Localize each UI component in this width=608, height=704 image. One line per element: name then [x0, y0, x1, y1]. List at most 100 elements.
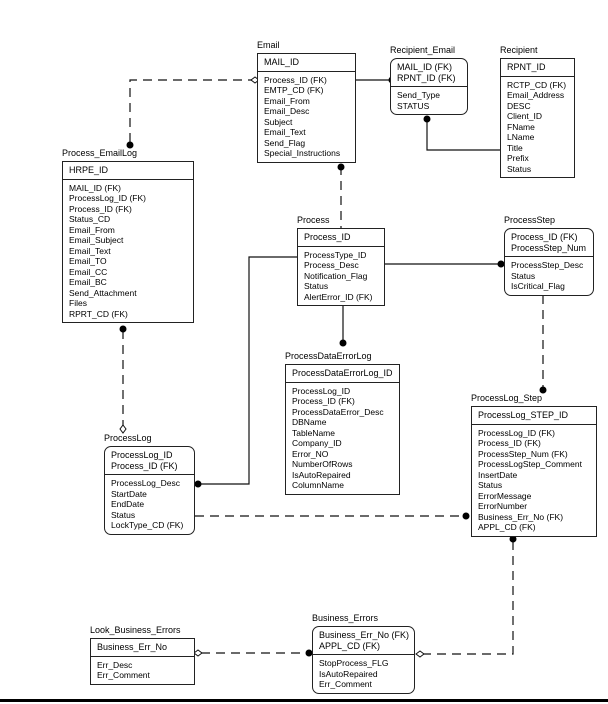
attribute-field: Business_Err_No (FK): [478, 511, 564, 522]
attribute-field: Status: [511, 270, 536, 281]
attribute-field: RPRT_CD (FK): [69, 308, 128, 319]
primary-key-section: Process_ID: [298, 229, 384, 247]
attribute-section: Err_Desc Err_Comment: [91, 657, 194, 684]
primary-key-section: ProcessDataErrorLog_ID: [286, 365, 399, 383]
attribute-field: Err_Desc: [97, 659, 133, 670]
attribute-field: ErrorNumber: [478, 501, 528, 511]
attribute-field: STATUS: [397, 100, 430, 111]
entity-look-business-errors[interactable]: Look_Business_Errors Business_Err_No Err…: [90, 625, 195, 685]
attribute-field: TableName: [292, 427, 335, 438]
attribute-field: Subject: [264, 116, 293, 127]
attribute-field: EndDate: [111, 499, 145, 509]
cardinality-dot: [509, 535, 517, 543]
entity-name: Process_EmailLog: [62, 148, 138, 158]
attribute-field: ProcessDataError_Desc: [292, 406, 384, 417]
attribute-field: FName: [507, 121, 535, 132]
attribute-field: ProcessType_ID: [304, 249, 367, 260]
attribute-field: StartDate: [111, 488, 147, 499]
attribute-field: Email_Text: [264, 127, 306, 137]
entity-name: ProcessStep: [504, 215, 556, 225]
attribute-section: StopProcess_FLG IsAutoRepaired Err_Comme…: [313, 655, 414, 693]
key-field: MAIL_ID (FK): [397, 62, 453, 72]
key-field: ProcessLog_ID: [111, 450, 173, 460]
entity-recipient-email[interactable]: Recipient_Email MAIL_ID (FK) RPNT_ID (FK…: [390, 45, 468, 115]
entity-process-step[interactable]: ProcessStep Process_ID (FK) ProcessStep_…: [504, 215, 594, 296]
entity-email[interactable]: Email MAIL_ID Process_ID (FK) EMTP_CD (F…: [257, 40, 356, 163]
attribute-field: LockType_CD (FK): [111, 520, 184, 530]
rel-process-processlog: [195, 256, 298, 485]
entity-name: ProcessLog_Step: [471, 393, 543, 403]
attribute-field: ProcessLog_ID (FK): [69, 193, 146, 203]
key-field: Business_Err_No (FK): [319, 630, 410, 640]
attribute-field: Process_ID (FK): [264, 74, 327, 85]
attribute-field: Err_Comment: [97, 670, 150, 680]
attribute-field: ColumnName: [292, 480, 344, 490]
attribute-field: NumberOfRows: [292, 459, 353, 469]
cardinality-diamond: [119, 424, 127, 434]
attribute-field: Title: [507, 142, 523, 153]
primary-key-section: Business_Err_No: [91, 639, 194, 657]
bottom-border: [0, 699, 608, 702]
key-field: Process_ID: [304, 232, 351, 242]
attribute-field: IsAutoRepaired: [292, 469, 351, 480]
attribute-field: Special_Instructions: [264, 148, 341, 158]
attribute-field: Status_CD: [69, 214, 111, 224]
attribute-field: ErrorMessage: [478, 490, 532, 501]
attribute-field: Status: [111, 509, 136, 520]
primary-key-section: MAIL_ID: [258, 54, 355, 72]
attribute-field: Process_ID (FK): [478, 438, 541, 448]
attribute-field: ProcessLog_Desc: [111, 478, 180, 488]
entity-process-log[interactable]: ProcessLog ProcessLog_ID Process_ID (FK)…: [104, 433, 195, 535]
attribute-section: RCTP_CD (FK) Email_Address DESC Client_I…: [501, 77, 574, 178]
entity-process[interactable]: Process Process_ID ProcessType_ID Proces…: [297, 215, 385, 306]
key-field: Business_Err_No: [97, 642, 168, 652]
key-field: MAIL_ID: [264, 57, 300, 67]
cardinality-dot: [194, 480, 202, 488]
attribute-field: ProcessLog_ID (FK): [478, 427, 555, 438]
attribute-section: Send_Type STATUS: [391, 87, 467, 114]
attribute-field: DBName: [292, 417, 327, 427]
entity-process-emaillog[interactable]: Process_EmailLog HRPE_ID MAIL_ID (FK) Pr…: [62, 148, 194, 323]
attribute-field: Email_Subject: [69, 235, 124, 245]
entity-business-errors[interactable]: Business_Errors Business_Err_No (FK) APP…: [312, 613, 415, 694]
attribute-section: ProcessLog_ID Process_ID (FK) ProcessDat…: [286, 383, 399, 494]
entity-recipient[interactable]: Recipient RPNT_ID RCTP_CD (FK) Email_Add…: [500, 45, 575, 178]
key-field: ProcessDataErrorLog_ID: [292, 368, 393, 378]
attribute-field: Process_ID (FK): [292, 396, 355, 406]
attribute-field: Error_NO: [292, 448, 329, 459]
entity-process-log-step[interactable]: ProcessLog_Step ProcessLog_STEP_ID Proce…: [471, 393, 597, 537]
primary-key-section: ProcessLog_STEP_ID: [472, 407, 596, 425]
entity-name: Look_Business_Errors: [90, 625, 181, 635]
cardinality-dot: [119, 325, 127, 333]
entity-name: Email: [257, 40, 280, 50]
attribute-section: ProcessLog_Desc StartDate EndDate Status…: [105, 475, 194, 534]
attribute-field: Email_Desc: [264, 106, 310, 116]
primary-key-section: Business_Err_No (FK) APPL_CD (FK): [313, 627, 414, 655]
attribute-section: ProcessLog_ID (FK) Process_ID (FK) Proce…: [472, 425, 596, 536]
key-field: HRPE_ID: [69, 165, 109, 175]
entity-name: Recipient_Email: [390, 45, 456, 55]
primary-key-section: Process_ID (FK) ProcessStep_Num: [505, 229, 593, 257]
attribute-field: Company_ID: [292, 438, 342, 448]
attribute-field: Email_BC: [69, 277, 107, 287]
cardinality-dot: [423, 115, 431, 123]
attribute-field: Email_TO: [69, 256, 107, 266]
attribute-field: ProcessLogStep_Comment: [478, 459, 582, 469]
attribute-field: Email_From: [69, 224, 115, 235]
entity-name: Recipient: [500, 45, 538, 55]
primary-key-section: MAIL_ID (FK) RPNT_ID (FK): [391, 59, 467, 87]
entity-process-data-error-log[interactable]: ProcessDataErrorLog ProcessDataErrorLog_…: [285, 351, 400, 495]
attribute-section: MAIL_ID (FK) ProcessLog_ID (FK) Process_…: [63, 180, 193, 323]
key-field: RPNT_ID (FK): [397, 72, 456, 83]
entity-name: Process: [297, 215, 330, 225]
attribute-field: InsertDate: [478, 469, 518, 480]
attribute-field: Email_CC: [69, 266, 108, 277]
cardinality-dot: [339, 339, 347, 347]
primary-key-section: ProcessLog_ID Process_ID (FK): [105, 447, 194, 475]
attribute-field: Files: [69, 298, 87, 308]
attribute-field: Email_From: [264, 95, 310, 106]
key-field: Process_ID (FK): [511, 232, 578, 242]
key-field: Process_ID (FK): [111, 460, 178, 471]
attribute-section: ProcessStep_Desc Status IsCritical_Flag: [505, 257, 593, 295]
attribute-section: ProcessType_ID Process_Desc Notification…: [298, 247, 384, 306]
